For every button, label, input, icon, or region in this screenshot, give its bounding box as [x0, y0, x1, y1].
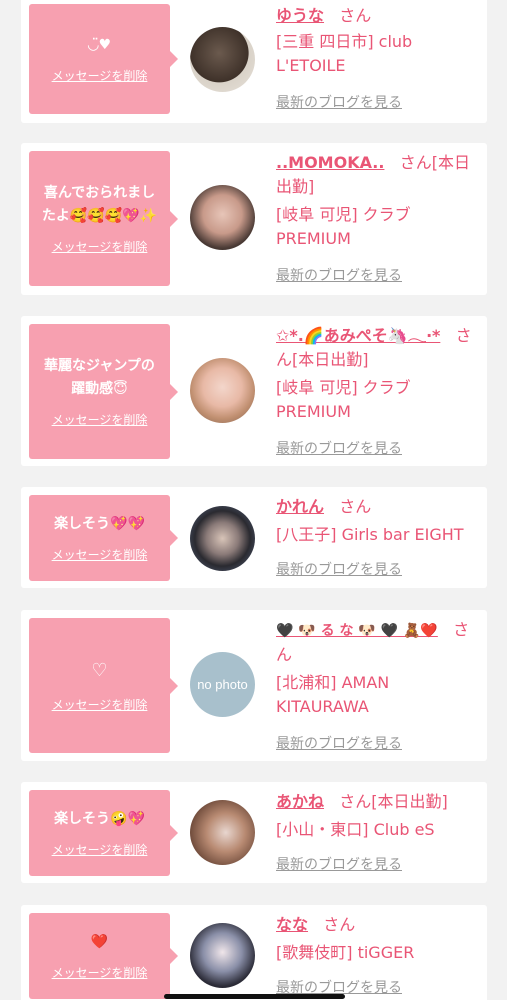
message-bubble: ❤️ メッセージを削除 [29, 913, 178, 999]
cast-info: あかね さん[本日出勤] [小山・東口] Club eS [276, 790, 479, 842]
delete-message-link[interactable]: メッセージを削除 [52, 964, 148, 981]
cast-info: ..MOMOKA.. さん[本日出勤] [岐阜 可児] クラブ PREMIUM [276, 151, 479, 251]
honorific: さん [339, 497, 372, 516]
message-text: 楽しそう💖💖 [54, 516, 145, 532]
avatar[interactable] [190, 923, 255, 988]
message-bubble: 喜んでおられましたよ🥰🥰🥰💖✨ メッセージを削除 [29, 151, 178, 286]
message-card: 華麗なジャンプの躍動感😇 メッセージを削除 ✩*.🌈あみぺそ🦄𓂃‧* さん[本日… [21, 316, 487, 466]
delete-message-link[interactable]: メッセージを削除 [52, 546, 148, 563]
cast-name-link[interactable]: ✩*.🌈あみぺそ🦄𓂃‧* [276, 326, 440, 345]
cast-name-link[interactable]: 🖤 🐶 る な 🐶 🖤 🧸❤️ [276, 623, 438, 639]
shop-name: [北浦和] AMAN KITAURAWA [276, 673, 390, 716]
message-bubble: 楽しそう💖💖 メッセージを削除 [29, 495, 178, 581]
latest-blog-link[interactable]: 最新のブログを見る [276, 265, 402, 285]
message-bubble: 楽しそう🤪💖 メッセージを削除 [29, 790, 178, 876]
delete-message-link[interactable]: メッセージを削除 [52, 696, 148, 713]
delete-message-link[interactable]: メッセージを削除 [52, 238, 148, 255]
cast-info: ✩*.🌈あみぺそ🦄𓂃‧* さん[本日出勤] [岐阜 可児] クラブ PREMIU… [276, 324, 479, 424]
delete-message-link[interactable]: メッセージを削除 [52, 841, 148, 858]
message-card: 楽しそう🤪💖 メッセージを削除 あかね さん[本日出勤] [小山・東口] Clu… [21, 782, 487, 883]
shop-name: [岐阜 可児] クラブ PREMIUM [276, 205, 411, 248]
delete-message-link[interactable]: メッセージを削除 [52, 67, 148, 84]
message-card: ◡̈♥ メッセージを削除 ゆうな さん [三重 四日市] club L'ETOI… [21, 0, 487, 123]
avatar[interactable] [190, 358, 255, 423]
shop-name: [三重 四日市] club L'ETOILE [276, 32, 413, 75]
cast-name-link[interactable]: ゆうな [276, 6, 324, 25]
cast-info: 🖤 🐶 る な 🐶 🖤 🧸❤️ さん [北浦和] AMAN KITAURAWA [276, 618, 479, 719]
honorific: さん [323, 915, 356, 934]
cast-info: なな さん [歌舞伎町] tiGGER [276, 913, 479, 965]
latest-blog-link[interactable]: 最新のブログを見る [276, 733, 402, 753]
avatar[interactable] [190, 27, 255, 92]
message-bubble: 華麗なジャンプの躍動感😇 メッセージを削除 [29, 324, 178, 459]
honorific: さん [339, 6, 372, 25]
message-text: 楽しそう🤪💖 [54, 811, 145, 827]
latest-blog-link[interactable]: 最新のブログを見る [276, 559, 402, 579]
honorific: さん[本日出勤] [339, 792, 448, 811]
message-bubble: ◡̈♥ メッセージを削除 [29, 4, 178, 114]
message-text: 華麗なジャンプの躍動感😇 [44, 358, 155, 397]
shop-name: [八王子] Girls bar EIGHT [276, 525, 464, 544]
shop-name: [歌舞伎町] tiGGER [276, 943, 415, 962]
latest-blog-link[interactable]: 最新のブログを見る [276, 92, 402, 112]
avatar[interactable]: no photo [190, 652, 255, 717]
message-text: ❤️ [90, 934, 109, 950]
avatar[interactable] [190, 506, 255, 571]
message-bubble: ♡ メッセージを削除 [29, 618, 178, 753]
message-card: 喜んでおられましたよ🥰🥰🥰💖✨ メッセージを削除 ..MOMOKA.. さん[本… [21, 143, 487, 295]
shop-name: [岐阜 可児] クラブ PREMIUM [276, 378, 411, 421]
message-text: 喜んでおられましたよ🥰🥰🥰💖✨ [41, 185, 158, 224]
cast-name-link[interactable]: なな [276, 915, 308, 934]
latest-blog-link[interactable]: 最新のブログを見る [276, 438, 402, 458]
shop-name: [小山・東口] Club eS [276, 820, 435, 839]
cast-info: ゆうな さん [三重 四日市] club L'ETOILE [276, 4, 479, 78]
message-text: ◡̈♥ [87, 37, 112, 53]
cast-name-link[interactable]: あかね [276, 792, 324, 811]
latest-blog-link[interactable]: 最新のブログを見る [276, 854, 402, 874]
delete-message-link[interactable]: メッセージを削除 [52, 411, 148, 428]
message-card: ♡ メッセージを削除 no photo 🖤 🐶 る な 🐶 🖤 🧸❤️ さん [… [21, 610, 487, 761]
home-indicator [164, 994, 345, 999]
no-photo-label: no photo [197, 677, 248, 692]
cast-name-link[interactable]: かれん [276, 497, 324, 516]
cast-name-link[interactable]: ..MOMOKA.. [276, 153, 384, 172]
cast-info: かれん さん [八王子] Girls bar EIGHT [276, 495, 479, 547]
message-card: 楽しそう💖💖 メッセージを削除 かれん さん [八王子] Girls bar E… [21, 487, 487, 588]
message-text: ♡ [91, 659, 108, 681]
avatar[interactable] [190, 800, 255, 865]
avatar[interactable] [190, 185, 255, 250]
message-card: ❤️ メッセージを削除 なな さん [歌舞伎町] tiGGER 最新のブログを見… [21, 905, 487, 1000]
